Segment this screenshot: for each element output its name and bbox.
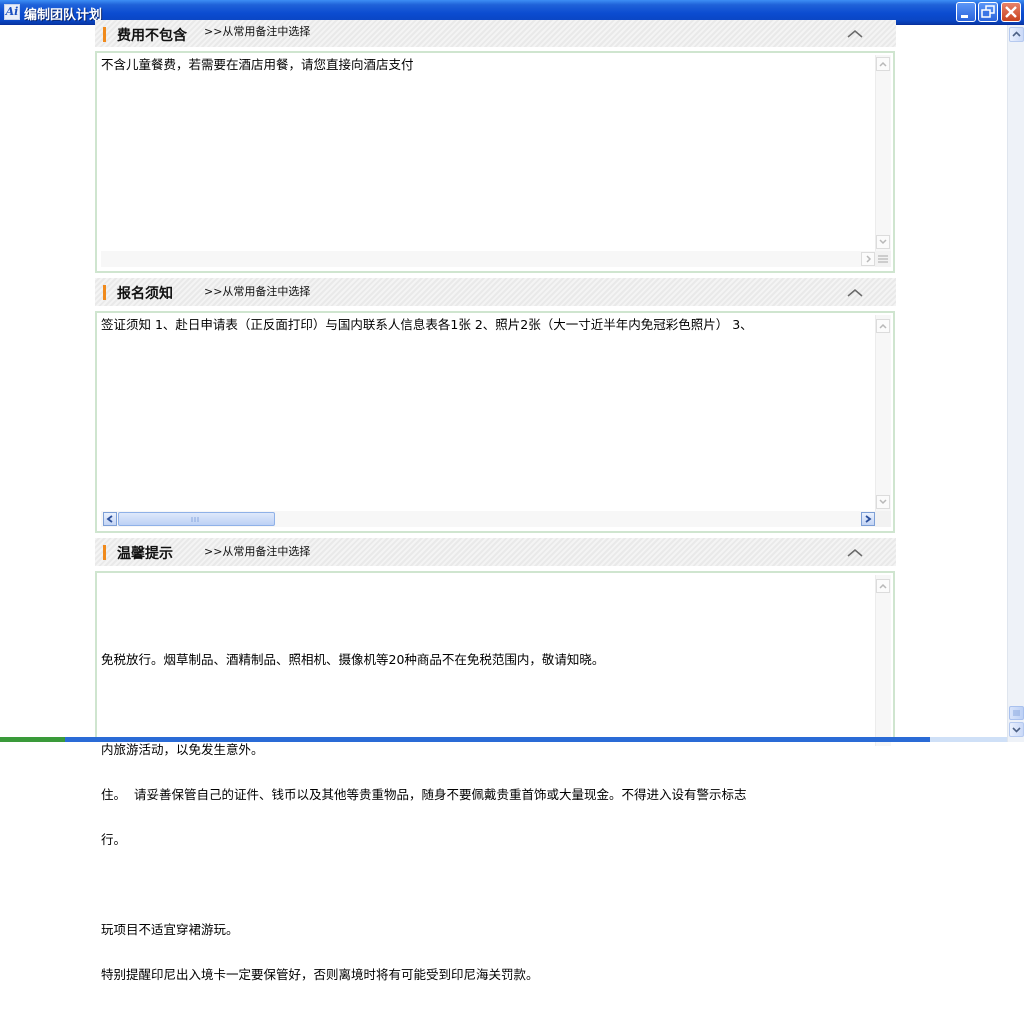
section-title: 费用不包含 bbox=[117, 28, 187, 44]
text-line: 行。 bbox=[101, 832, 127, 847]
vertical-scrollbar[interactable] bbox=[875, 315, 891, 513]
chevron-left-icon bbox=[106, 515, 113, 523]
grip-icon bbox=[1013, 710, 1020, 716]
horizontal-scroll-thumb[interactable] bbox=[118, 512, 275, 526]
taskbar-strip bbox=[0, 737, 1007, 742]
horizontal-scrollbar[interactable] bbox=[101, 251, 875, 267]
scroll-up-arrow[interactable] bbox=[876, 319, 890, 333]
accent-bar bbox=[103, 285, 106, 300]
text-line bbox=[101, 607, 873, 622]
window-vertical-scrollbar[interactable] bbox=[1007, 25, 1024, 742]
app-icon: Ai bbox=[4, 4, 20, 20]
window-scroll-thumb[interactable] bbox=[1009, 706, 1024, 720]
collapse-icon[interactable] bbox=[846, 546, 864, 560]
text-line: 内旅游活动，以免发生意外。 bbox=[101, 742, 264, 757]
chevron-up-icon bbox=[879, 583, 887, 589]
window-title: 编制团队计划 bbox=[24, 8, 103, 23]
text-line: 特别提醒印尼出入境卡一定要保管好，否则离境时将有可能受到印尼海关罚款。 bbox=[101, 967, 539, 982]
text-line bbox=[101, 877, 873, 892]
section-title: 报名须知 bbox=[117, 286, 173, 302]
warm-tips-text: 免税放行。烟草制品、酒精制品、照相机、摄像机等20种商品不在免税范围内，敬请知晓… bbox=[101, 577, 873, 1012]
chevron-right-icon bbox=[865, 515, 872, 523]
chevron-up-icon bbox=[1012, 31, 1021, 37]
scroll-up-arrow[interactable] bbox=[876, 57, 890, 71]
text-line: 免税放行。烟草制品、酒精制品、照相机、摄像机等20种商品不在免税范围内，敬请知晓… bbox=[101, 652, 605, 667]
cost-excluded-text: 不含儿童餐费，若需要在酒店用餐，请您直接向酒店支付 bbox=[101, 57, 414, 72]
chevron-up-icon bbox=[879, 61, 887, 67]
close-icon bbox=[1005, 6, 1017, 18]
pick-from-notes-link[interactable]: >>从常用备注中选择 bbox=[204, 543, 310, 559]
chevron-right-icon bbox=[866, 255, 872, 263]
window-scroll-down-button[interactable] bbox=[1009, 722, 1024, 737]
minimize-icon bbox=[961, 15, 968, 18]
text-line: 玩项目不适宜穿裙游玩。 bbox=[101, 922, 239, 937]
resize-grip[interactable] bbox=[875, 251, 891, 267]
window-scroll-up-button[interactable] bbox=[1009, 27, 1024, 42]
vertical-scrollbar[interactable] bbox=[875, 575, 891, 746]
chevron-up-icon bbox=[879, 323, 887, 329]
text-line bbox=[101, 697, 873, 712]
warm-tips-textarea[interactable]: 免税放行。烟草制品、酒精制品、照相机、摄像机等20种商品不在免税范围内，敬请知晓… bbox=[95, 571, 895, 982]
close-button[interactable] bbox=[1001, 2, 1021, 22]
chevron-down-icon bbox=[879, 499, 887, 505]
chevron-down-icon bbox=[879, 239, 887, 245]
grip-icon bbox=[191, 517, 199, 522]
minimize-button[interactable] bbox=[956, 2, 976, 22]
accent-bar bbox=[103, 27, 106, 42]
horizontal-scrollbar[interactable] bbox=[101, 511, 875, 527]
collapse-icon[interactable] bbox=[846, 286, 864, 300]
restore-icon bbox=[981, 5, 995, 18]
grip-icon bbox=[878, 255, 888, 263]
scroll-left-arrow[interactable] bbox=[103, 512, 117, 526]
scroll-right-arrow[interactable] bbox=[861, 252, 875, 266]
registration-notice-textarea[interactable]: 签证须知 1、赴日申请表（正反面打印）与国内联系人信息表各1张 2、照片2张（大… bbox=[95, 311, 895, 533]
section-title: 温馨提示 bbox=[117, 546, 173, 562]
scroll-down-arrow[interactable] bbox=[876, 495, 890, 509]
registration-notice-text: 签证须知 1、赴日申请表（正反面打印）与国内联系人信息表各1张 2、照片2张（大… bbox=[101, 317, 753, 332]
collapse-icon[interactable] bbox=[846, 27, 864, 41]
scroll-corner bbox=[875, 511, 891, 527]
chevron-down-icon bbox=[1012, 727, 1021, 733]
vertical-scrollbar[interactable] bbox=[875, 55, 891, 253]
pick-from-notes-link[interactable]: >>从常用备注中选择 bbox=[204, 23, 310, 39]
scroll-down-arrow[interactable] bbox=[876, 235, 890, 249]
scroll-up-arrow[interactable] bbox=[876, 579, 890, 593]
section-header-registration-notice: 报名须知 >>从常用备注中选择 bbox=[95, 278, 896, 306]
scroll-right-arrow[interactable] bbox=[861, 512, 875, 526]
restore-button[interactable] bbox=[978, 2, 998, 22]
pick-from-notes-link[interactable]: >>从常用备注中选择 bbox=[204, 283, 310, 299]
cost-excluded-textarea[interactable]: 不含儿童餐费，若需要在酒店用餐，请您直接向酒店支付 bbox=[95, 51, 895, 273]
accent-bar bbox=[103, 545, 106, 560]
text-line: 住。 请妥善保管自己的证件、钱币以及其他等贵重物品，随身不要佩戴贵重首饰或大量现… bbox=[101, 787, 747, 802]
section-header-warm-tips: 温馨提示 >>从常用备注中选择 bbox=[95, 538, 896, 566]
section-header-cost-excluded: 费用不包含 >>从常用备注中选择 bbox=[95, 20, 896, 47]
